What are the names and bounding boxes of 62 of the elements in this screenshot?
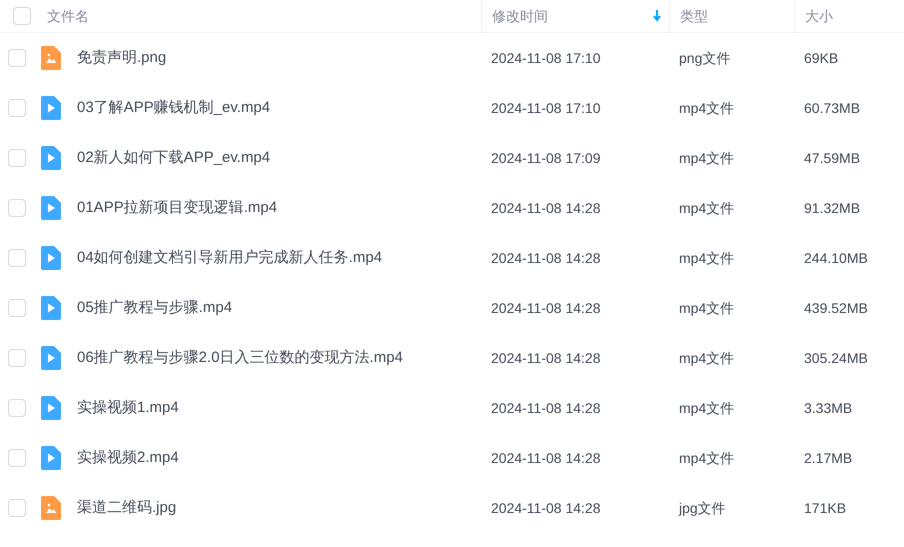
file-name[interactable]: 02新人如何下载APP_ev.mp4 [77, 146, 270, 170]
video-file-icon [41, 296, 61, 320]
modified-time: 2024-11-08 14:28 [491, 450, 600, 466]
file-size: 69KB [804, 50, 838, 66]
image-file-icon [41, 496, 61, 520]
file-type: mp4文件 [679, 300, 734, 316]
file-type: mp4文件 [679, 100, 734, 116]
modified-time: 2024-11-08 14:28 [491, 250, 600, 266]
file-size: 305.24MB [804, 350, 868, 366]
file-size: 60.73MB [804, 100, 860, 116]
video-file-icon [41, 96, 61, 120]
file-name[interactable]: 06推广教程与步骤2.0日入三位数的变现方法.mp4 [77, 346, 403, 370]
checkbox[interactable] [13, 7, 31, 25]
file-name[interactable]: 实操视频2.mp4 [77, 446, 179, 470]
checkbox[interactable] [8, 149, 26, 167]
file-name[interactable]: 01APP拉新项目变现逻辑.mp4 [77, 196, 278, 220]
video-file-icon [41, 346, 61, 370]
file-type: mp4文件 [679, 150, 734, 166]
checkbox[interactable] [8, 499, 26, 517]
file-name[interactable]: 实操视频1.mp4 [77, 396, 179, 420]
file-size: 439.52MB [804, 300, 868, 316]
file-name[interactable]: 05推广教程与步骤.mp4 [77, 296, 232, 320]
video-file-icon [41, 396, 61, 420]
file-type: mp4文件 [679, 350, 734, 366]
video-file-icon [41, 246, 61, 270]
file-name[interactable]: 03了解APP赚钱机制_ev.mp4 [77, 96, 270, 120]
file-size: 2.17MB [804, 450, 852, 466]
file-name[interactable]: 渠道二维码.jpg [77, 496, 176, 520]
checkbox[interactable] [8, 299, 26, 317]
modified-time: 2024-11-08 14:28 [491, 300, 600, 316]
file-type: mp4文件 [679, 400, 734, 416]
file-size: 91.32MB [804, 200, 860, 216]
modified-time: 2024-11-08 17:09 [491, 150, 600, 166]
checkbox[interactable] [8, 399, 26, 417]
checkbox[interactable] [8, 199, 26, 217]
file-size: 3.33MB [804, 400, 852, 416]
modified-time: 2024-11-08 14:28 [491, 400, 600, 416]
video-file-icon [41, 146, 61, 170]
file-size: 244.10MB [804, 250, 868, 266]
checkbox[interactable] [8, 49, 26, 67]
video-file-icon [41, 446, 61, 470]
modified-time: 2024-11-08 17:10 [491, 50, 600, 66]
checkbox[interactable] [8, 249, 26, 267]
file-name[interactable]: 免责声明.png [77, 46, 166, 70]
file-type: mp4文件 [679, 200, 734, 216]
image-file-icon [41, 46, 61, 70]
file-type: png文件 [679, 50, 730, 66]
file-type: jpg文件 [679, 500, 726, 516]
checkbox[interactable] [8, 349, 26, 367]
file-size: 171KB [804, 500, 846, 516]
modified-time: 2024-11-08 14:28 [491, 200, 600, 216]
file-type: mp4文件 [679, 250, 734, 266]
file-type: mp4文件 [679, 450, 734, 466]
checkbox[interactable] [8, 99, 26, 117]
modified-time: 2024-11-08 14:28 [491, 500, 600, 516]
checkbox[interactable] [8, 449, 26, 467]
file-name[interactable]: 04如何创建文档引导新用户完成新人任务.mp4 [77, 246, 382, 270]
file-size: 47.59MB [804, 150, 860, 166]
modified-time: 2024-11-08 14:28 [491, 350, 600, 366]
sort-down-icon[interactable] [653, 10, 661, 22]
modified-time: 2024-11-08 17:10 [491, 100, 600, 116]
video-file-icon [41, 196, 61, 220]
